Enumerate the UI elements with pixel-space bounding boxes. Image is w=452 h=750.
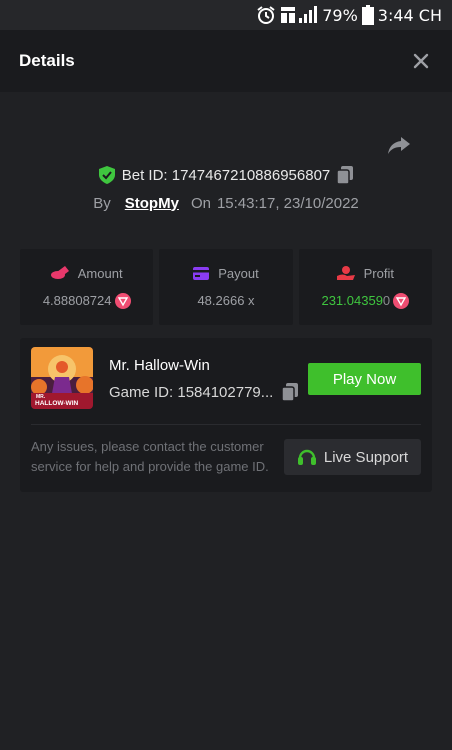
copy-bet-id-button[interactable] xyxy=(337,166,354,184)
close-icon xyxy=(413,53,429,69)
divider xyxy=(31,424,421,425)
live-support-button[interactable]: Live Support xyxy=(284,439,421,475)
support-notice: Any issues, please contact the customer … xyxy=(31,439,269,474)
bet-stats: Amount 4.88808724 Payout 48.2666 x Profi… xyxy=(20,249,432,325)
profit-value: 231.043590 xyxy=(321,293,391,308)
card-icon xyxy=(193,267,210,280)
headset-icon xyxy=(297,449,316,465)
profit-label: Profit xyxy=(363,265,394,281)
username-link[interactable]: StopMy xyxy=(125,195,179,212)
close-button[interactable] xyxy=(410,50,432,72)
payout-value: 48.2666 x xyxy=(197,293,255,308)
status-bar: 79% 3:44 CH xyxy=(0,0,452,30)
battery-percent: 79% xyxy=(322,5,358,25)
game-name: Mr. Hallow-Win xyxy=(109,357,210,374)
game-id: Game ID: 1584102779... xyxy=(109,383,274,401)
alarm-icon xyxy=(256,5,276,25)
by-label: By xyxy=(93,194,111,212)
live-support-label: Live Support xyxy=(323,448,409,466)
play-now-button[interactable]: Play Now xyxy=(308,363,421,395)
copy-icon xyxy=(337,166,354,184)
share-icon xyxy=(388,137,410,154)
battery-icon xyxy=(361,5,374,25)
shield-check-icon xyxy=(98,166,115,184)
bet-id: Bet ID: 1747467210886956807 xyxy=(121,166,331,184)
copy-icon xyxy=(282,383,299,401)
share-button[interactable] xyxy=(386,134,412,156)
coin-icon xyxy=(393,292,410,309)
game-thumbnail[interactable]: MR. HALLOW-WIN xyxy=(31,347,93,409)
bet-datetime: 15:43:17, 23/10/2022 xyxy=(216,194,359,212)
payout-label: Payout xyxy=(218,266,259,281)
bet-id-row: Bet ID: 1747467210886956807 xyxy=(0,162,452,188)
game-id-row: Game ID: 1584102779... xyxy=(109,383,299,401)
svg-text:HALLOW-WIN: HALLOW-WIN xyxy=(35,400,78,407)
profit-hand-icon xyxy=(336,266,355,280)
stat-profit: Profit 231.043590 xyxy=(298,249,432,325)
bet-meta-row: By StopMy On 15:43:17, 23/10/2022 xyxy=(0,190,452,216)
page-title: Details xyxy=(19,51,75,70)
stat-amount: Amount 4.88808724 xyxy=(20,249,154,325)
amount-label: Amount xyxy=(77,265,123,281)
coins-icon xyxy=(50,266,69,279)
copy-game-id-button[interactable] xyxy=(282,383,299,401)
coin-icon xyxy=(114,292,131,309)
signal-icon xyxy=(280,5,318,25)
on-label: On xyxy=(190,194,211,212)
game-card: MR. HALLOW-WIN Mr. Hallow-Win Game ID: 1… xyxy=(20,338,432,492)
details-header: Details xyxy=(0,30,452,92)
clock: 3:44 CH xyxy=(377,5,442,25)
stat-payout: Payout 48.2666 x xyxy=(159,249,293,325)
amount-value: 4.88808724 xyxy=(42,293,112,308)
